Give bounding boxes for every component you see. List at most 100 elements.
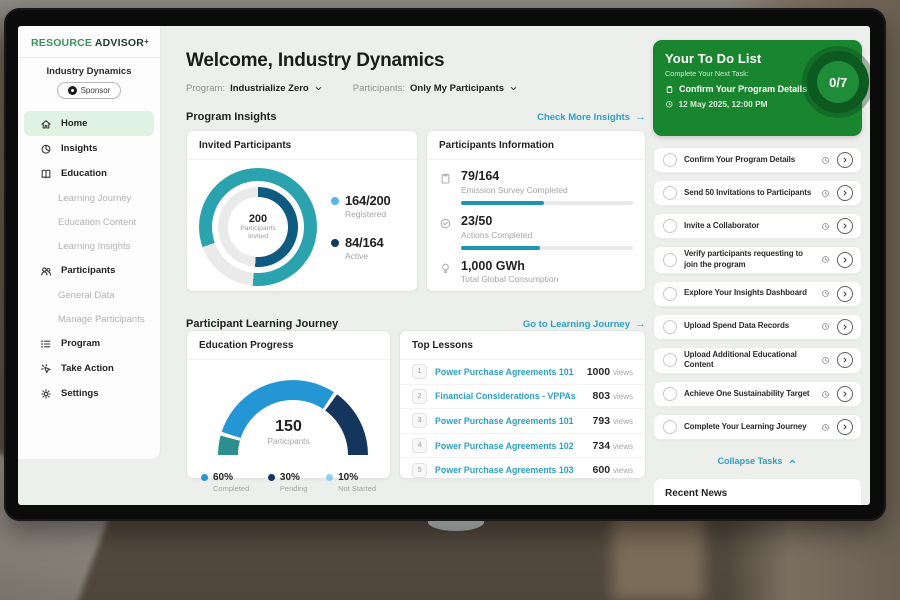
lesson-row: 1 Power Purchase Agreements 101 1000 vie… (400, 360, 645, 385)
arrow-right-icon: → (635, 112, 646, 123)
sidebar-item-insights[interactable]: Insights (24, 136, 154, 161)
gauge-center-value: 150 (187, 418, 390, 436)
task-checkbox[interactable] (663, 253, 677, 267)
gauge-legend: 60%Completed 30%Pending 10%Not Started (187, 472, 390, 493)
participants-select[interactable]: Participants: Only My Participants (353, 83, 518, 94)
sidebar-item-education[interactable]: Education (24, 161, 154, 186)
task-clock-icon (821, 156, 830, 165)
check-more-insights-link[interactable]: Check More Insights→ (537, 112, 646, 123)
stat-global-consumption: 1,000 GWh Total Global Consumption (427, 250, 645, 285)
task-achieve-sustainability-target[interactable]: Achieve One Sustainability Target (653, 381, 862, 407)
todo-title: Your To Do List (665, 51, 807, 66)
task-chevron-button[interactable] (837, 386, 853, 402)
sidebar-item-participants[interactable]: Participants (24, 258, 154, 283)
lesson-rank: 4 (412, 438, 427, 453)
task-upload-educational-content[interactable]: Upload Additional Educational Content (653, 347, 862, 375)
sidebar-item-general-data[interactable]: General Data (18, 283, 160, 307)
task-chevron-button[interactable] (837, 252, 853, 268)
task-checkbox[interactable] (663, 420, 677, 434)
task-clock-icon (821, 222, 830, 231)
clipboard-icon (665, 85, 674, 94)
task-chevron-button[interactable] (837, 152, 853, 168)
top-lessons-card: Top Lessons 1 Power Purchase Agreements … (399, 330, 646, 479)
task-chevron-button[interactable] (837, 352, 853, 368)
legend-dot (326, 474, 333, 481)
insights-icon (40, 143, 52, 155)
settings-icon (40, 388, 52, 400)
task-clock-icon (821, 289, 830, 298)
collapse-tasks-link[interactable]: Collapse Tasks (653, 456, 862, 466)
legend-dot (201, 474, 208, 481)
task-invite-collaborator[interactable]: Invite a Collaborator (653, 213, 862, 239)
donut-legend: 164/200Registered 84/164Active (331, 193, 391, 261)
card-title: Education Progress (187, 331, 390, 360)
lesson-link[interactable]: Power Purchase Agreements 101 (435, 416, 585, 426)
legend-dot (268, 474, 275, 481)
legend-item-pending: 30%Pending (268, 472, 308, 493)
program-select[interactable]: Program: Industrialize Zero (186, 83, 323, 94)
sponsor-badge[interactable]: Sponsor (57, 82, 121, 99)
chevron-up-icon (788, 457, 797, 466)
legend-dot (331, 239, 339, 247)
task-checkbox[interactable] (663, 287, 677, 301)
task-complete-learning-journey[interactable]: Complete Your Learning Journey (653, 414, 862, 440)
task-checkbox[interactable] (663, 353, 677, 367)
task-chevron-button[interactable] (837, 286, 853, 302)
scene: RESOURCE ADVISOR+ Industry Dynamics Spon… (0, 0, 900, 600)
progress-bar (461, 201, 633, 205)
sponsor-badge-label: Sponsor (81, 86, 111, 95)
program-icon (40, 338, 52, 350)
sidebar-item-settings[interactable]: Settings (24, 381, 154, 406)
task-checkbox[interactable] (663, 186, 677, 200)
task-chevron-button[interactable] (837, 218, 853, 234)
task-explore-insights[interactable]: Explore Your Insights Dashboard (653, 281, 862, 307)
task-chevron-button[interactable] (837, 185, 853, 201)
go-to-learning-journey-link[interactable]: Go to Learning Journey→ (523, 319, 646, 330)
task-upload-spend-data[interactable]: Upload Spend Data Records (653, 314, 862, 340)
lesson-row: 2 Financial Considerations - VPPAs 803 v… (400, 385, 645, 410)
progress-bar (461, 246, 633, 250)
survey-icon (439, 170, 452, 205)
sidebar-item-program[interactable]: Program (24, 331, 154, 356)
legend-item-registered: 164/200Registered (331, 193, 391, 219)
program-insights-header: Program Insights Check More Insights→ (186, 111, 646, 123)
sidebar-divider (18, 57, 160, 58)
task-chevron-button[interactable] (837, 419, 853, 435)
lesson-link[interactable]: Financial Considerations - VPPAs (435, 391, 585, 401)
task-checkbox[interactable] (663, 387, 677, 401)
actions-icon (439, 215, 452, 250)
sidebar-item-home[interactable]: Home (24, 111, 154, 136)
card-title: Top Lessons (400, 331, 645, 360)
lesson-link[interactable]: Power Purchase Agreements 101 (435, 367, 579, 377)
recent-news-title: Recent News (654, 479, 861, 499)
section-title: Participant Learning Journey (186, 318, 338, 330)
sidebar-item-education-content[interactable]: Education Content (18, 210, 160, 234)
task-confirm-program-details[interactable]: Confirm Your Program Details (653, 147, 862, 173)
legend-dot (331, 197, 339, 205)
recent-news-card: Recent News (653, 478, 862, 505)
lesson-link[interactable]: Power Purchase Agreements 103 (435, 465, 585, 475)
page-title: Welcome, Industry Dynamics (186, 50, 646, 72)
task-chevron-button[interactable] (837, 319, 853, 335)
todo-card: Your To Do List Complete Your Next Task:… (653, 40, 862, 136)
stat-actions-completed: 23/50 Actions Completed (427, 205, 645, 250)
legend-item-not-started: 10%Not Started (326, 472, 376, 493)
sidebar-item-manage-participants[interactable]: Manage Participants (18, 307, 160, 331)
gauge-center-label: Participants (187, 437, 390, 446)
todo-due-date: 12 May 2025, 12:00 PM (665, 99, 807, 109)
task-checkbox[interactable] (663, 320, 677, 334)
task-send-invitations[interactable]: Send 50 Invitations to Participants (653, 180, 862, 206)
lesson-link[interactable]: Power Purchase Agreements 102 (435, 441, 585, 451)
task-clock-icon (821, 255, 830, 264)
task-checkbox[interactable] (663, 153, 677, 167)
task-verify-participants[interactable]: Verify participants requesting to join t… (653, 246, 862, 274)
lesson-rank: 1 (412, 364, 427, 379)
insights-cards-row: Invited Participants 200 ParticipantsInv… (186, 130, 646, 292)
arrow-right-icon: → (635, 319, 646, 330)
sidebar-item-learning-journey[interactable]: Learning Journey (18, 186, 160, 210)
sidebar-item-learning-insights[interactable]: Learning Insights (18, 234, 160, 258)
education-progress-gauge: 150 Participants (187, 374, 390, 470)
task-checkbox[interactable] (663, 219, 677, 233)
todo-progress-ring: 0/7 (807, 51, 869, 113)
sidebar-item-take-action[interactable]: Take Action (24, 356, 154, 381)
